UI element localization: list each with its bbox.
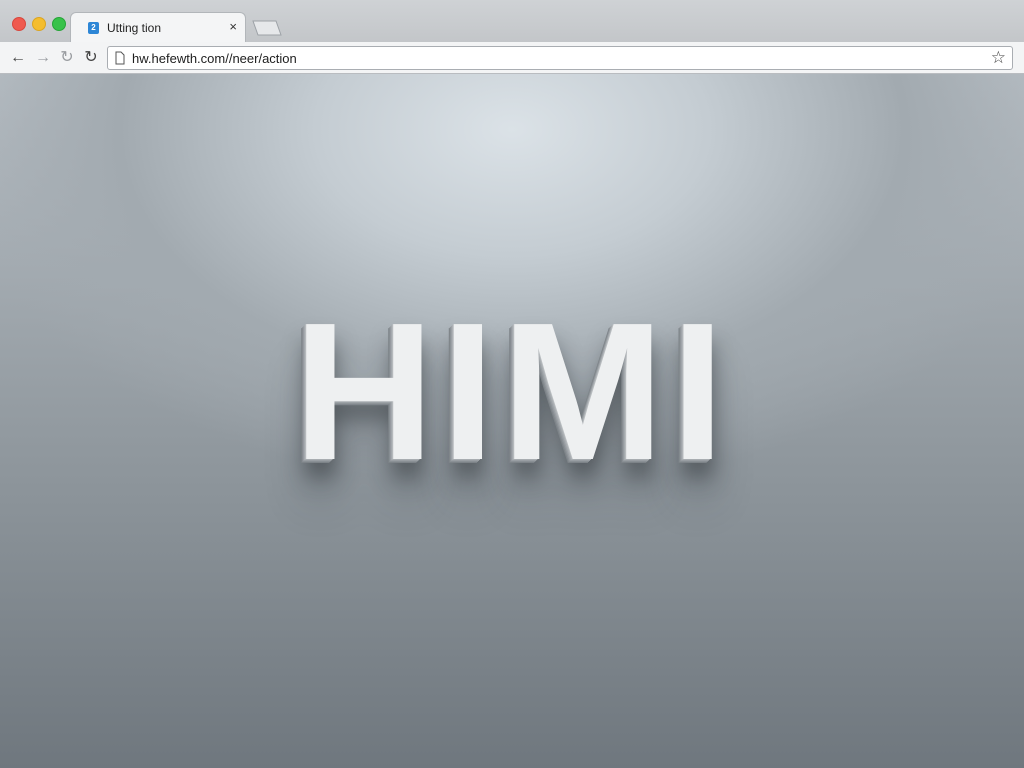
back-arrow-icon[interactable]: ← [8, 48, 28, 68]
page-icon [115, 51, 125, 65]
metal-logo-text: HIMI [293, 282, 731, 501]
window-close-button[interactable] [12, 17, 26, 31]
url-text[interactable]: hw.hefewth.com//neer/action [132, 51, 297, 66]
window-maximize-button[interactable] [52, 17, 66, 31]
reload-icon[interactable]: ↻ [57, 48, 77, 68]
window-minimize-button[interactable] [32, 17, 46, 31]
tab-title: Utting tion [107, 21, 162, 35]
browser-window: 2 Utting tion × ← → ↻ ↻ hw.hefewth.com//… [0, 0, 1024, 768]
address-bar[interactable]: hw.hefewth.com//neer/action ☆ [107, 46, 1013, 70]
refresh-icon[interactable]: ↻ [81, 48, 101, 68]
browser-toolbar: ← → ↻ ↻ hw.hefewth.com//neer/action ☆ [0, 42, 1024, 74]
tab-strip: 2 Utting tion × [0, 0, 1024, 43]
favicon-icon: 2 [88, 22, 99, 34]
new-tab-button[interactable] [252, 20, 282, 36]
active-tab[interactable]: 2 Utting tion × [70, 12, 246, 43]
bookmark-star-icon[interactable]: ☆ [991, 48, 1006, 68]
new-tab-icon [252, 20, 282, 36]
page-content: HIMI [0, 74, 1024, 768]
tab-close-icon[interactable]: × [229, 19, 237, 34]
forward-arrow-icon[interactable]: → [33, 48, 53, 68]
